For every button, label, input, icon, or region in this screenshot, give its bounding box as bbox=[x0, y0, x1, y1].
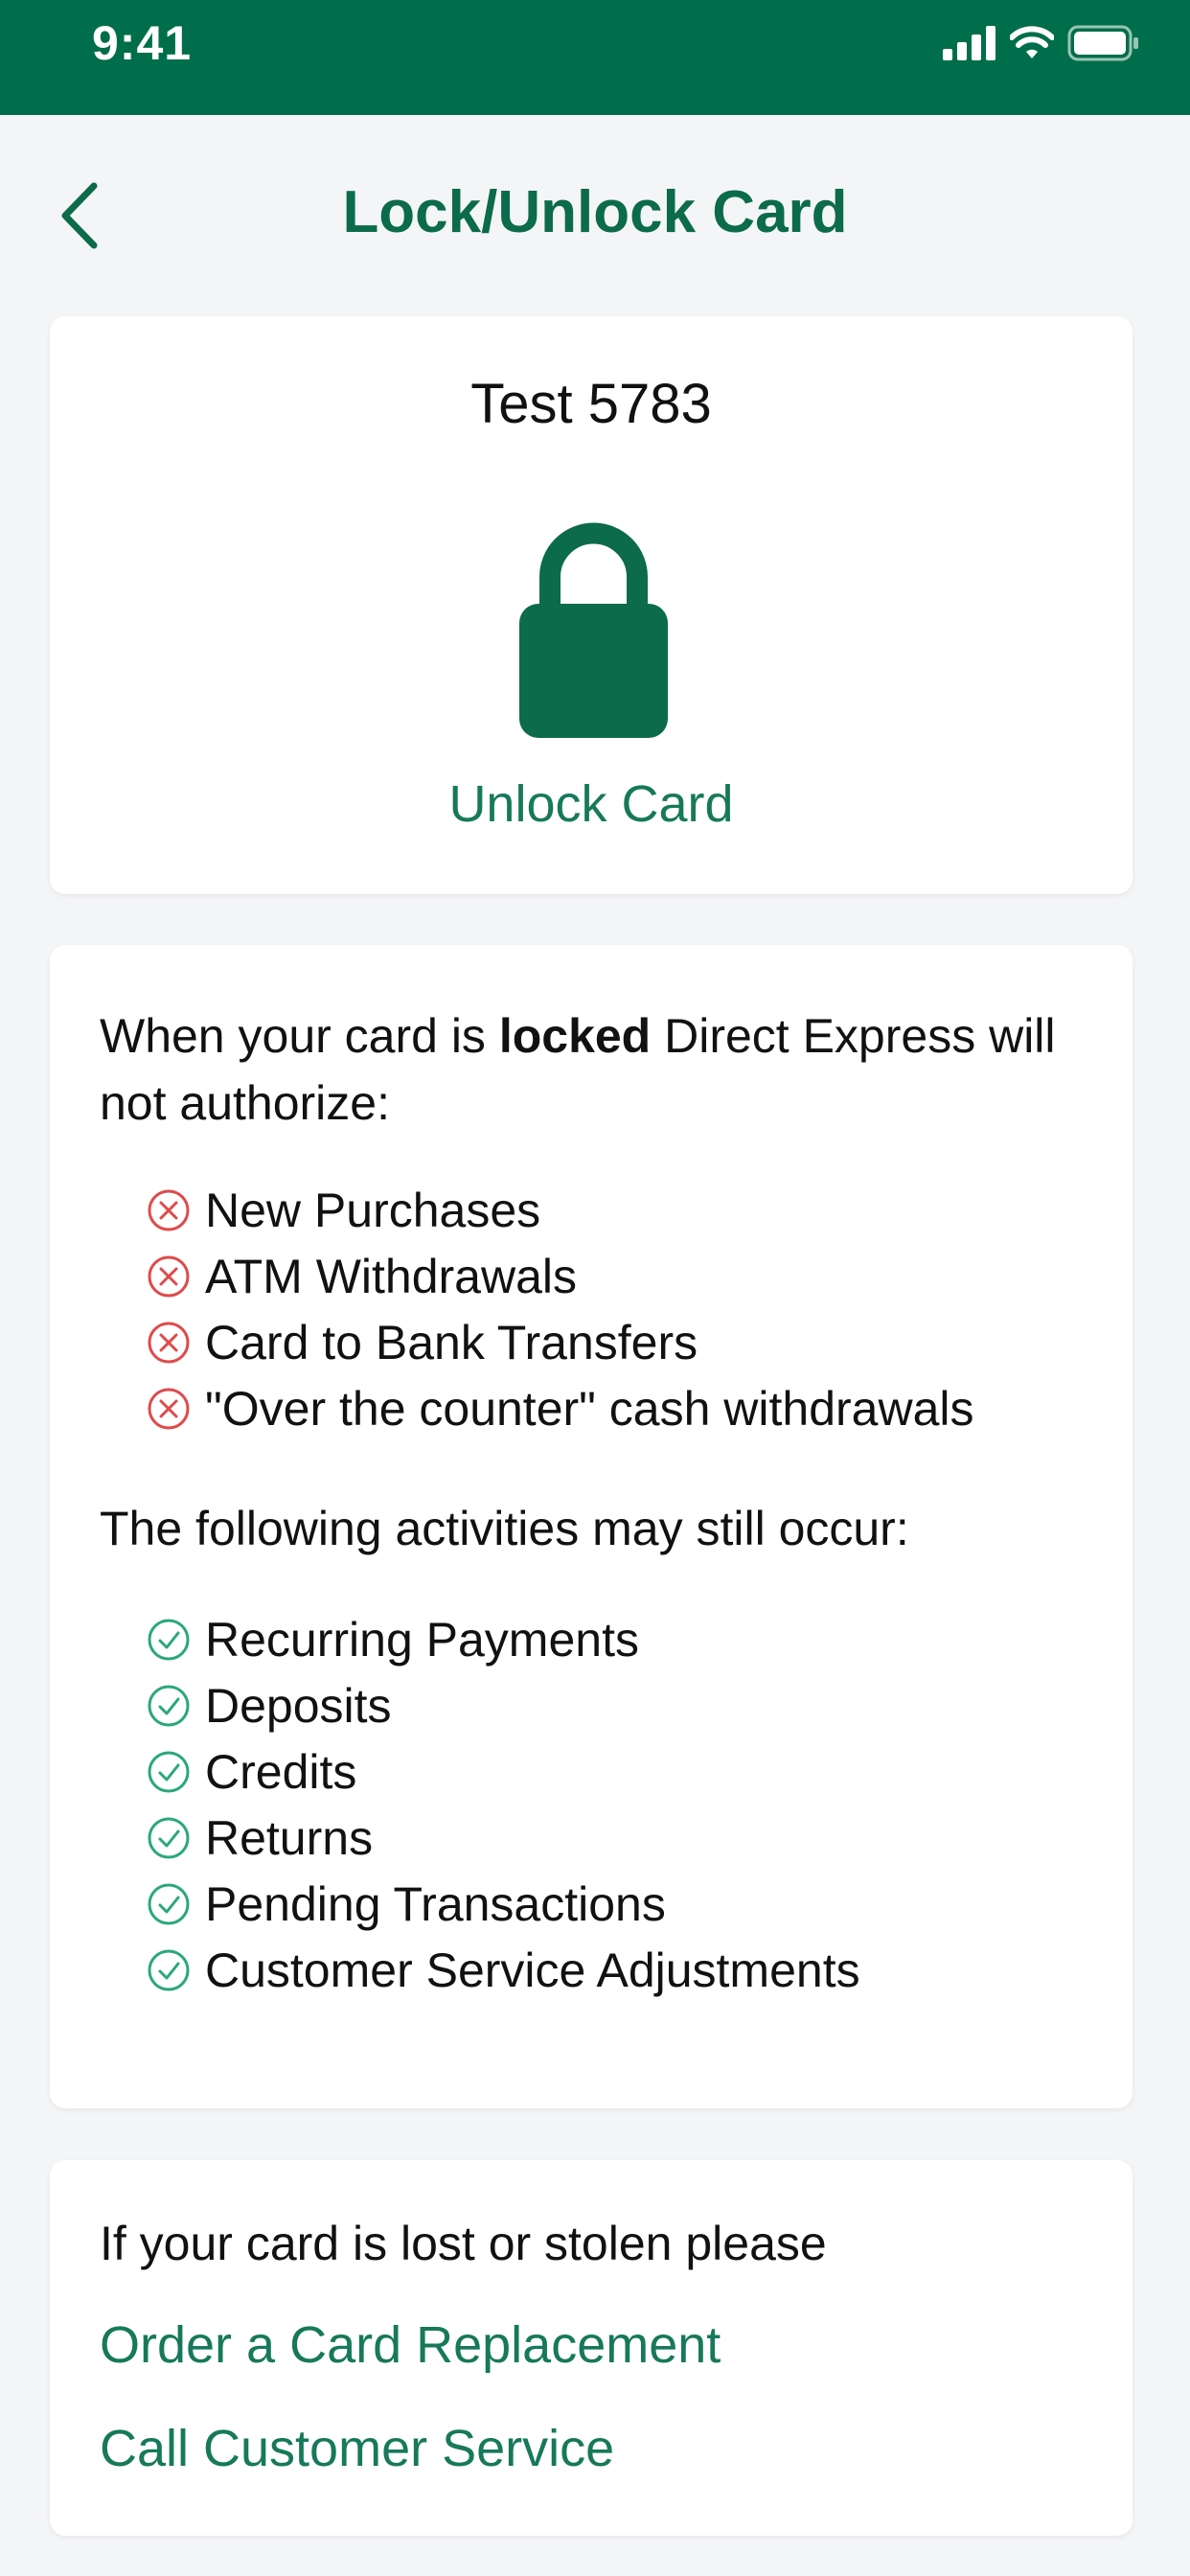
allowed-item-label: Returns bbox=[205, 1810, 374, 1865]
list-item: Deposits bbox=[146, 1672, 860, 1738]
allowed-item-label: Deposits bbox=[205, 1678, 392, 1733]
locked-bold: locked bbox=[498, 1009, 652, 1063]
check-circle-icon bbox=[148, 1949, 190, 1990]
locked-prefix: When your card is bbox=[100, 1009, 499, 1063]
blocked-item-label: ATM Withdrawals bbox=[205, 1249, 578, 1303]
list-item: Returns bbox=[146, 1805, 860, 1871]
x-circle-icon bbox=[148, 1189, 190, 1230]
status-bar: 9:41 bbox=[0, 0, 1190, 115]
x-circle-icon bbox=[148, 1322, 190, 1363]
x-circle-icon bbox=[148, 1255, 190, 1297]
wifi-icon bbox=[1010, 26, 1054, 58]
allowed-item-label: Recurring Payments bbox=[205, 1612, 639, 1667]
allowed-list: Recurring Payments Deposits Credits Retu… bbox=[146, 1606, 860, 2003]
check-circle-icon bbox=[148, 1817, 190, 1858]
blocked-item-label: Card to Bank Transfers bbox=[205, 1315, 698, 1369]
call-customer-service-link[interactable]: Call Customer Service bbox=[100, 2419, 614, 2478]
lock-icon bbox=[519, 522, 668, 738]
status-time: 9:41 bbox=[92, 16, 193, 70]
list-item: ATM Withdrawals bbox=[146, 1243, 974, 1309]
check-circle-icon bbox=[148, 1751, 190, 1792]
check-circle-icon bbox=[148, 1619, 190, 1660]
allowed-item-label: Pending Transactions bbox=[205, 1876, 666, 1931]
card-info-panel: When your card is locked Direct Express … bbox=[50, 945, 1133, 2108]
list-item: "Over the counter" cash withdrawals bbox=[146, 1375, 974, 1441]
card-lost-panel: If your card is lost or stolen please Or… bbox=[50, 2160, 1133, 2536]
status-icons bbox=[943, 21, 1140, 65]
list-item: Credits bbox=[146, 1738, 860, 1805]
list-item: New Purchases bbox=[146, 1177, 974, 1243]
list-item: Recurring Payments bbox=[146, 1606, 860, 1672]
allowed-item-label: Customer Service Adjustments bbox=[205, 1943, 860, 1997]
locked-description: When your card is locked Direct Express … bbox=[100, 1002, 1096, 1137]
unlock-card-button[interactable]: Unlock Card bbox=[50, 774, 1133, 834]
order-replacement-link[interactable]: Order a Card Replacement bbox=[100, 2315, 721, 2375]
check-circle-icon bbox=[148, 1685, 190, 1726]
allowed-intro: The following activities may still occur… bbox=[100, 1502, 909, 1555]
card-lock-panel: Test 5783 Unlock Card bbox=[50, 316, 1133, 894]
blocked-item-label: "Over the counter" cash withdrawals bbox=[205, 1381, 974, 1436]
signal-icon bbox=[943, 26, 995, 60]
lost-stolen-text: If your card is lost or stolen please bbox=[100, 2217, 827, 2270]
card-name: Test 5783 bbox=[470, 373, 712, 435]
list-item: Pending Transactions bbox=[146, 1871, 860, 1937]
list-item: Customer Service Adjustments bbox=[146, 1937, 860, 2003]
check-circle-icon bbox=[148, 1883, 190, 1924]
x-circle-icon bbox=[148, 1388, 190, 1429]
blocked-list: New Purchases ATM Withdrawals Card to Ba… bbox=[146, 1177, 974, 1441]
battery-icon bbox=[1067, 25, 1138, 61]
page-title: Lock/Unlock Card bbox=[342, 179, 848, 245]
list-item: Card to Bank Transfers bbox=[146, 1309, 974, 1375]
blocked-item-label: New Purchases bbox=[205, 1183, 541, 1237]
allowed-item-label: Credits bbox=[205, 1744, 357, 1799]
